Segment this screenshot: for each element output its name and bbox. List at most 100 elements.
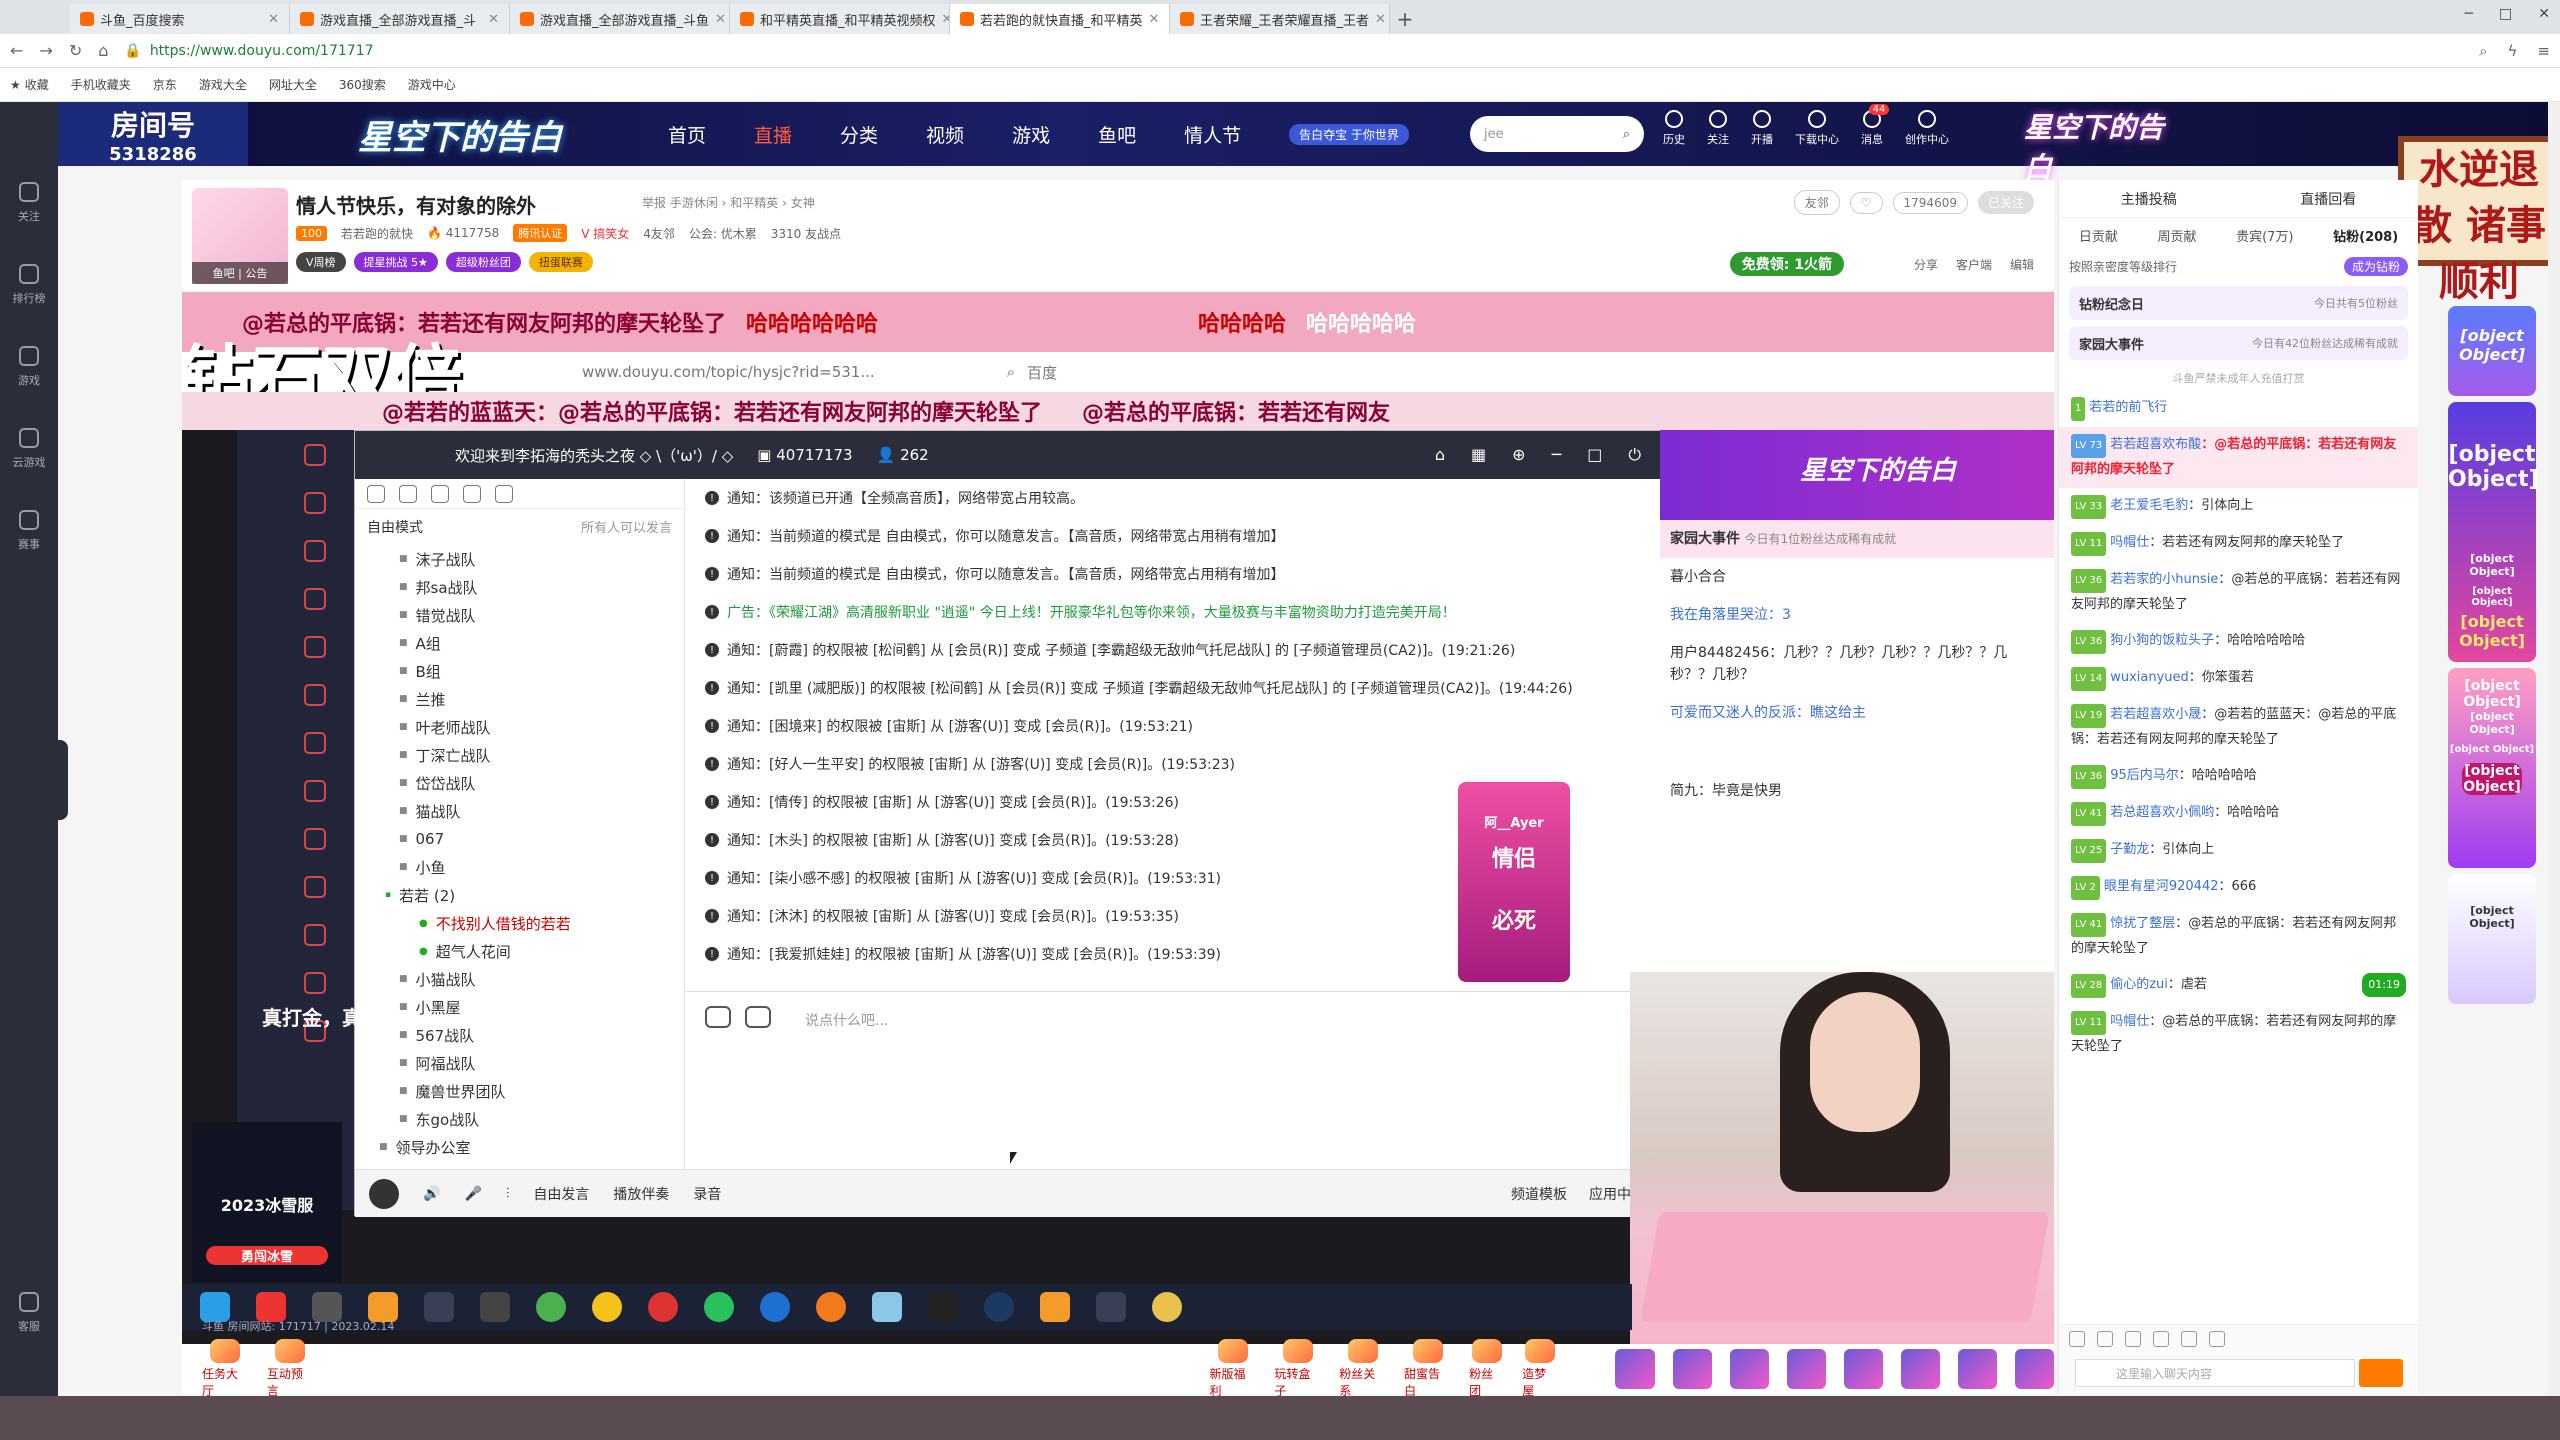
channel-item[interactable]: 猫战队 (355, 797, 684, 825)
channel-group[interactable]: 若若 (2) (355, 881, 684, 909)
free-gift-button[interactable]: 免费领: 1火箭 (1729, 252, 1844, 276)
start-live-button[interactable]: 开播 (1751, 110, 1773, 147)
gift-item[interactable]: 粉丝团 (1469, 1339, 1504, 1399)
task-hall-button[interactable]: 任务大厅 (202, 1339, 249, 1399)
history-button[interactable]: 历史 (1663, 110, 1685, 147)
bookmark-item[interactable]: 手机收藏夹 (71, 76, 131, 93)
follow-button[interactable]: 关注 (1707, 110, 1729, 147)
app-icon[interactable] (1040, 1292, 1070, 1322)
chrome-icon[interactable] (536, 1292, 566, 1322)
gift-icon[interactable]: ♡ (1849, 191, 1883, 214)
room-categories[interactable]: 举报 手游休闲 › 和平精英 › 女神 (642, 194, 815, 211)
channel-item[interactable]: 兰推 (355, 685, 684, 713)
channel-item[interactable]: 小猫战队 (355, 965, 684, 993)
app-icon[interactable] (592, 1292, 622, 1322)
channel-item[interactable]: 领导办公室 (355, 1133, 684, 1161)
forward-icon[interactable]: → (39, 41, 52, 60)
nav-games[interactable]: 游戏 (1012, 121, 1050, 148)
app-icon[interactable] (760, 1292, 790, 1322)
bookmark-item[interactable]: 游戏中心 (408, 76, 456, 93)
nav-fishbar[interactable]: 鱼吧 (1098, 121, 1136, 148)
sidebar-collapse-handle[interactable] (52, 740, 68, 820)
chest-timer[interactable]: 01:19 (2362, 973, 2406, 997)
interactive-predict-button[interactable]: 互动预言 (267, 1339, 314, 1399)
back-icon[interactable]: ← (10, 41, 23, 60)
channel-item[interactable]: 错觉战队 (355, 601, 684, 629)
channel-item[interactable]: 邦sa战队 (355, 573, 684, 601)
gift-item[interactable]: 玩转盒子 (1274, 1339, 1321, 1399)
close-window-icon[interactable]: ✕ (2538, 6, 2550, 22)
page-scrollbar[interactable] (2548, 102, 2560, 1440)
browser-tab[interactable]: 和平精英直播_和平精英视频权✕ (730, 4, 950, 34)
gift-icon[interactable] (1843, 1349, 1883, 1389)
mode-row[interactable]: 自由模式 所有人可以发言 (355, 509, 684, 545)
channel-item[interactable]: A组 (355, 629, 684, 657)
bookmark-item[interactable]: ★ 收藏 (10, 76, 49, 93)
close-icon[interactable]: ✕ (488, 12, 499, 27)
wechat-icon[interactable] (704, 1292, 734, 1322)
bookmark-item[interactable]: 网址大全 (269, 76, 317, 93)
nav-home[interactable]: 首页 (668, 121, 706, 148)
channel-item[interactable]: 小黑屋 (355, 993, 684, 1021)
client-button[interactable]: 客户端 (1956, 256, 1992, 273)
nav-video[interactable]: 视频 (926, 121, 964, 148)
avatar-icon[interactable] (369, 1178, 399, 1209)
snow-card-button[interactable]: 勇闯冰雪 (206, 1246, 328, 1265)
nav-category[interactable]: 分类 (840, 121, 878, 148)
become-diamond-button[interactable]: 成为钻粉 (2343, 256, 2408, 276)
gift-icon[interactable] (1900, 1349, 1940, 1389)
gift-item[interactable]: 粉丝关系 (1339, 1339, 1386, 1399)
search-icon[interactable] (495, 485, 513, 503)
free-speak-button[interactable]: 自由发言 (533, 1184, 589, 1204)
sidebar-item-follow[interactable]: 关注 (18, 182, 40, 224)
gift-item[interactable]: 新版福利 (1209, 1339, 1256, 1399)
browser-tab-active[interactable]: 若若跑的就快直播_和平精英 ✕ (950, 4, 1170, 34)
url-field[interactable]: 🔒 https://www.douyu.com/171717 (124, 43, 2463, 59)
sidebar-item-support[interactable]: 客服 (18, 1292, 40, 1334)
channel-item[interactable]: 阿福战队 (355, 1049, 684, 1077)
search-icon[interactable]: ⌕ (2479, 42, 2487, 60)
app-icon[interactable] (480, 1292, 510, 1322)
gift-icon[interactable] (1615, 1349, 1655, 1389)
app-icon[interactable] (424, 1292, 454, 1322)
edit-button[interactable]: 编辑 (2010, 256, 2034, 273)
home-icon[interactable]: ⌂ (1435, 445, 1445, 465)
progress-card[interactable]: [object Object] (2448, 874, 2536, 1004)
room-tag[interactable]: V周榜 (296, 252, 346, 272)
channel-user[interactable]: 不找别人借钱的若若 (355, 909, 684, 937)
nav-valentine[interactable]: 情人节 (1184, 121, 1241, 148)
sidebar-item-events[interactable]: 赛事 (18, 510, 40, 552)
chat-input[interactable]: 这里输入聊天内容 (2075, 1359, 2355, 1387)
menu-icon[interactable]: ≡ (2537, 42, 2550, 60)
video-player[interactable]: @若总的平底锅：若若还有网友阿邦的摩天轮坠了 哈哈哈哈哈哈 哈哈哈哈 哈哈哈哈哈… (182, 292, 2054, 1344)
user-icon[interactable] (367, 485, 385, 503)
tab-diamond[interactable]: 钻粉(208) (2333, 226, 2398, 245)
gift-icon[interactable] (2014, 1349, 2055, 1389)
gamepad-icon[interactable]: ⊕ (1512, 445, 1525, 465)
close-icon[interactable]: ✕ (268, 12, 279, 27)
bookmark-item[interactable]: 游戏大全 (199, 76, 247, 93)
couple-card-right[interactable]: [object Object] [object Object] [object … (2448, 402, 2539, 662)
sidebar-item-cloud-games[interactable]: 云游戏 (13, 428, 46, 470)
room-tag[interactable]: 提星挑战 5★ (353, 252, 438, 272)
search-input[interactable]: jee ⌕ (1470, 116, 1644, 152)
app-icon[interactable] (1152, 1292, 1182, 1322)
close-icon[interactable]: ✕ (1375, 12, 1386, 27)
tab-replay[interactable]: 直播回看 (2300, 189, 2356, 209)
app-icon[interactable] (872, 1292, 902, 1322)
sweet-treasure-card[interactable]: [object Object] [object Object] [object … (2448, 668, 2536, 868)
tab-vip[interactable]: 贵宾(7万) (2236, 226, 2293, 245)
side-promo[interactable]: 真打金，真 (262, 1002, 362, 1031)
chat-icon[interactable] (399, 485, 417, 503)
close-icon[interactable]: ✕ (715, 12, 726, 27)
sidebar-item-rank[interactable]: 排行榜 (13, 264, 46, 306)
close-icon[interactable]: ✕ (1149, 12, 1160, 27)
valentine-event-card[interactable]: [object Object] (2448, 306, 2536, 396)
channel-item[interactable]: 魔兽世界团队 (355, 1077, 684, 1105)
room-tag[interactable]: 扭蛋联赛 (528, 252, 593, 272)
maximize-icon[interactable]: □ (1587, 445, 1602, 465)
share-button[interactable]: 分享 (1914, 256, 1938, 273)
send-button[interactable] (2359, 1359, 2403, 1387)
close-icon[interactable]: ✕ (942, 12, 949, 27)
messages-button[interactable]: 消息 44 (1861, 104, 1890, 147)
